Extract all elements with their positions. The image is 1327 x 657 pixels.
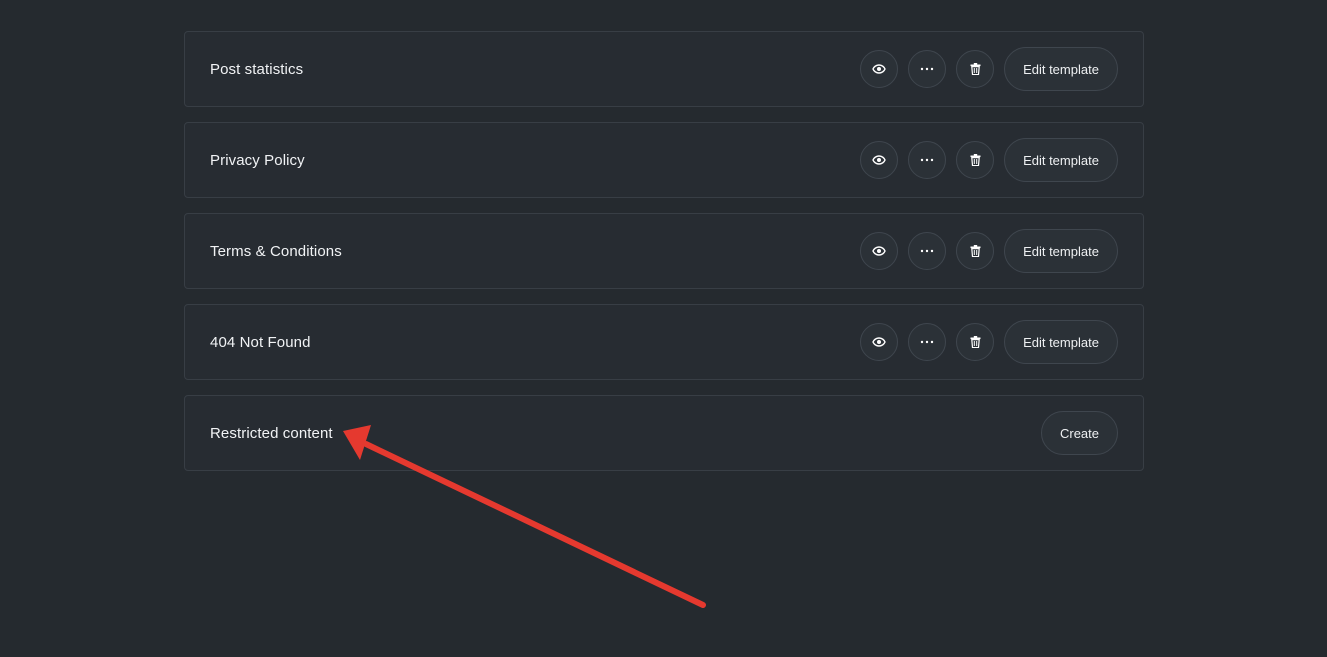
row-actions: Edit template [860, 138, 1118, 182]
eye-icon [872, 337, 886, 347]
more-button[interactable] [908, 50, 946, 88]
row-actions: Edit template [860, 47, 1118, 91]
more-horizontal-icon [920, 67, 934, 71]
more-horizontal-icon [920, 249, 934, 253]
edit-template-button[interactable]: Edit template [1004, 138, 1118, 182]
more-button[interactable] [908, 323, 946, 361]
trash-icon [970, 336, 981, 348]
preview-button[interactable] [860, 232, 898, 270]
edit-template-button[interactable]: Edit template [1004, 47, 1118, 91]
delete-button[interactable] [956, 323, 994, 361]
row-actions: Edit template [860, 320, 1118, 364]
trash-icon [970, 154, 981, 166]
template-row-terms-conditions: Terms & Conditions Edit template [184, 213, 1144, 289]
row-actions: Edit template [860, 229, 1118, 273]
preview-button[interactable] [860, 50, 898, 88]
edit-template-button[interactable]: Edit template [1004, 229, 1118, 273]
template-row-restricted-content: Restricted content Create [184, 395, 1144, 471]
delete-button[interactable] [956, 141, 994, 179]
preview-button[interactable] [860, 323, 898, 361]
edit-template-button[interactable]: Edit template [1004, 320, 1118, 364]
eye-icon [872, 155, 886, 165]
template-title: 404 Not Found [210, 333, 311, 351]
row-actions: Create [1041, 411, 1118, 455]
more-button[interactable] [908, 141, 946, 179]
template-title: Privacy Policy [210, 151, 305, 169]
preview-button[interactable] [860, 141, 898, 179]
more-horizontal-icon [920, 158, 934, 162]
template-title: Post statistics [210, 60, 304, 78]
eye-icon [872, 64, 886, 74]
template-row-privacy-policy: Privacy Policy Edit template [184, 122, 1144, 198]
templates-page: Post statistics Edit template Privacy Po… [0, 0, 1327, 657]
trash-icon [970, 63, 981, 75]
template-row-404-not-found: 404 Not Found Edit template [184, 304, 1144, 380]
more-button[interactable] [908, 232, 946, 270]
template-row-post-statistics: Post statistics Edit template [184, 31, 1144, 107]
trash-icon [970, 245, 981, 257]
template-title: Restricted content [210, 424, 333, 442]
eye-icon [872, 246, 886, 256]
create-template-button[interactable]: Create [1041, 411, 1118, 455]
template-title: Terms & Conditions [210, 242, 342, 260]
delete-button[interactable] [956, 50, 994, 88]
delete-button[interactable] [956, 232, 994, 270]
more-horizontal-icon [920, 340, 934, 344]
template-list: Post statistics Edit template Privacy Po… [184, 31, 1144, 486]
